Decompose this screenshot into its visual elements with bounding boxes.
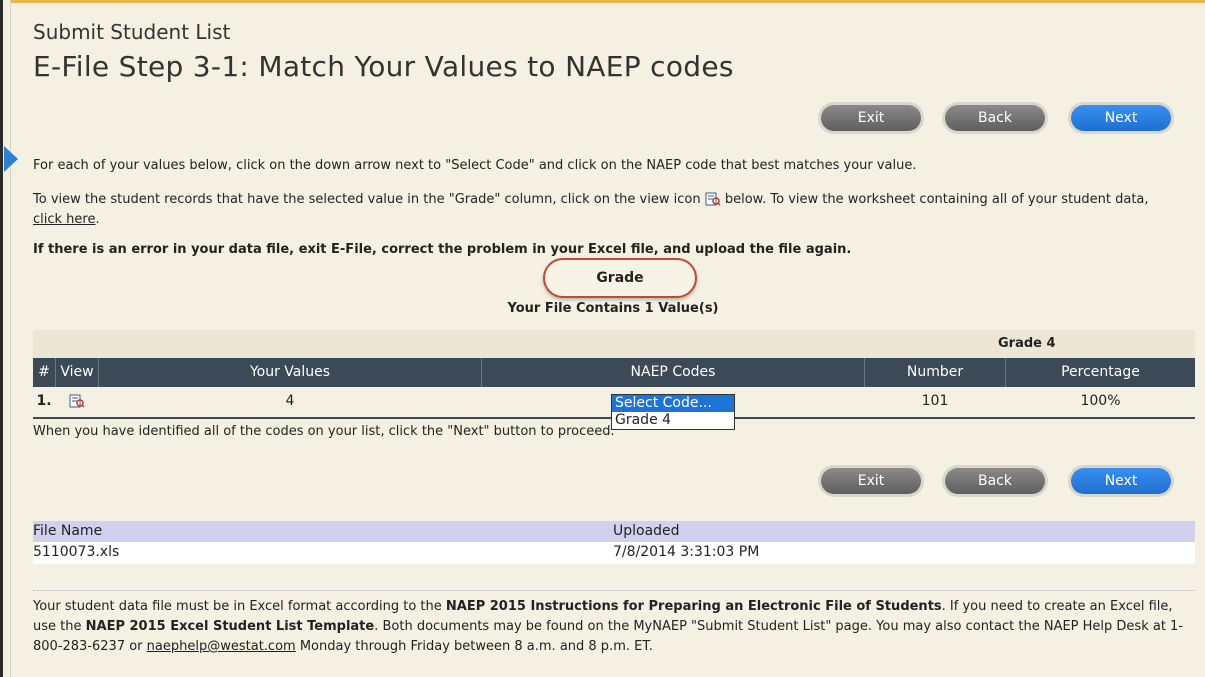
top-button-row: Exit Back Next <box>821 105 1173 133</box>
view-icon[interactable] <box>69 390 85 408</box>
grade-group-header: Grade 4 <box>33 330 1195 358</box>
exit-button-bottom[interactable]: Exit <box>821 468 921 494</box>
table-header: # View Your Values NAEP Codes Number Per… <box>33 358 1195 387</box>
back-button-bottom[interactable]: Back <box>945 468 1045 494</box>
next-button[interactable]: Next <box>1071 105 1171 131</box>
dropdown-option-select-code[interactable]: Select Code... <box>612 395 734 412</box>
grade-group-label: Grade 4 <box>998 336 1056 351</box>
uploaded-value: 7/8/2014 3:31:03 PM <box>613 544 760 560</box>
row-your-value: 4 <box>285 393 295 409</box>
footer-divider <box>33 590 1195 591</box>
footer-text: Your student data file must be in Excel … <box>33 599 442 614</box>
error-note: If there is an error in your data file, … <box>33 242 852 257</box>
page-subtitle: Submit Student List <box>33 20 231 44</box>
after-table-note: When you have identified all of the code… <box>33 424 615 439</box>
help-desk-email-link[interactable]: naephelp@westat.com <box>147 639 296 654</box>
value-count-text: Your File Contains 1 Value(s) <box>507 301 719 316</box>
instruction-period: . <box>95 212 100 227</box>
view-worksheet-link[interactable]: click here <box>33 212 95 227</box>
exit-button[interactable]: Exit <box>821 105 921 131</box>
header-num: # <box>33 358 56 387</box>
view-icon <box>705 192 721 206</box>
header-your-values: Your Values <box>99 358 482 387</box>
bottom-button-row: Exit Back Next <box>821 468 1173 496</box>
header-number: Number <box>865 358 1006 387</box>
dropdown-option-grade-4[interactable]: Grade 4 <box>612 412 734 429</box>
row-number-count: 101 <box>921 393 949 409</box>
footer-template-doc: NAEP 2015 Excel Student List Template <box>85 619 375 634</box>
file-name-value: 5110073.xls <box>33 544 120 560</box>
sidebar-toggle-arrow-icon[interactable] <box>4 146 18 172</box>
instruction-line-1: For each of your values below, click on … <box>33 158 917 173</box>
column-name-pill: Grade <box>543 258 697 298</box>
header-naep-codes: NAEP Codes <box>482 358 865 387</box>
row-percentage: 100% <box>1080 393 1121 409</box>
file-name-label: File Name <box>33 523 103 539</box>
footer-instructions-doc: NAEP 2015 Instructions for Preparing an … <box>445 599 942 614</box>
next-button-bottom[interactable]: Next <box>1071 468 1171 494</box>
footer-text: Monday through Friday between 8 a.m. and… <box>299 639 653 654</box>
left-sidebar-edge <box>0 0 11 677</box>
naep-code-dropdown[interactable]: Select Code... Grade 4 <box>611 394 735 430</box>
row-number: 1. <box>36 393 52 409</box>
page-title: E-File Step 3-1: Match Your Values to NA… <box>33 50 734 83</box>
file-info-row: 5110073.xls 7/8/2014 3:31:03 PM <box>33 542 1195 564</box>
instruction-line-2: To view the student records that have th… <box>33 189 1173 230</box>
top-strip <box>0 0 1205 3</box>
header-view: View <box>56 358 99 387</box>
file-info-table: File Name Uploaded 5110073.xls 7/8/2014 … <box>33 521 1195 564</box>
file-info-header: File Name Uploaded <box>33 521 1195 542</box>
header-percentage: Percentage <box>1061 364 1140 380</box>
footer-note: Your student data file must be in Excel … <box>33 597 1183 657</box>
back-button[interactable]: Back <box>945 105 1045 131</box>
instruction-text: below. To view the worksheet containing … <box>724 192 1149 207</box>
instruction-text: To view the student records that have th… <box>33 192 701 207</box>
uploaded-label: Uploaded <box>613 523 680 539</box>
row-view-icon[interactable] <box>56 387 98 416</box>
